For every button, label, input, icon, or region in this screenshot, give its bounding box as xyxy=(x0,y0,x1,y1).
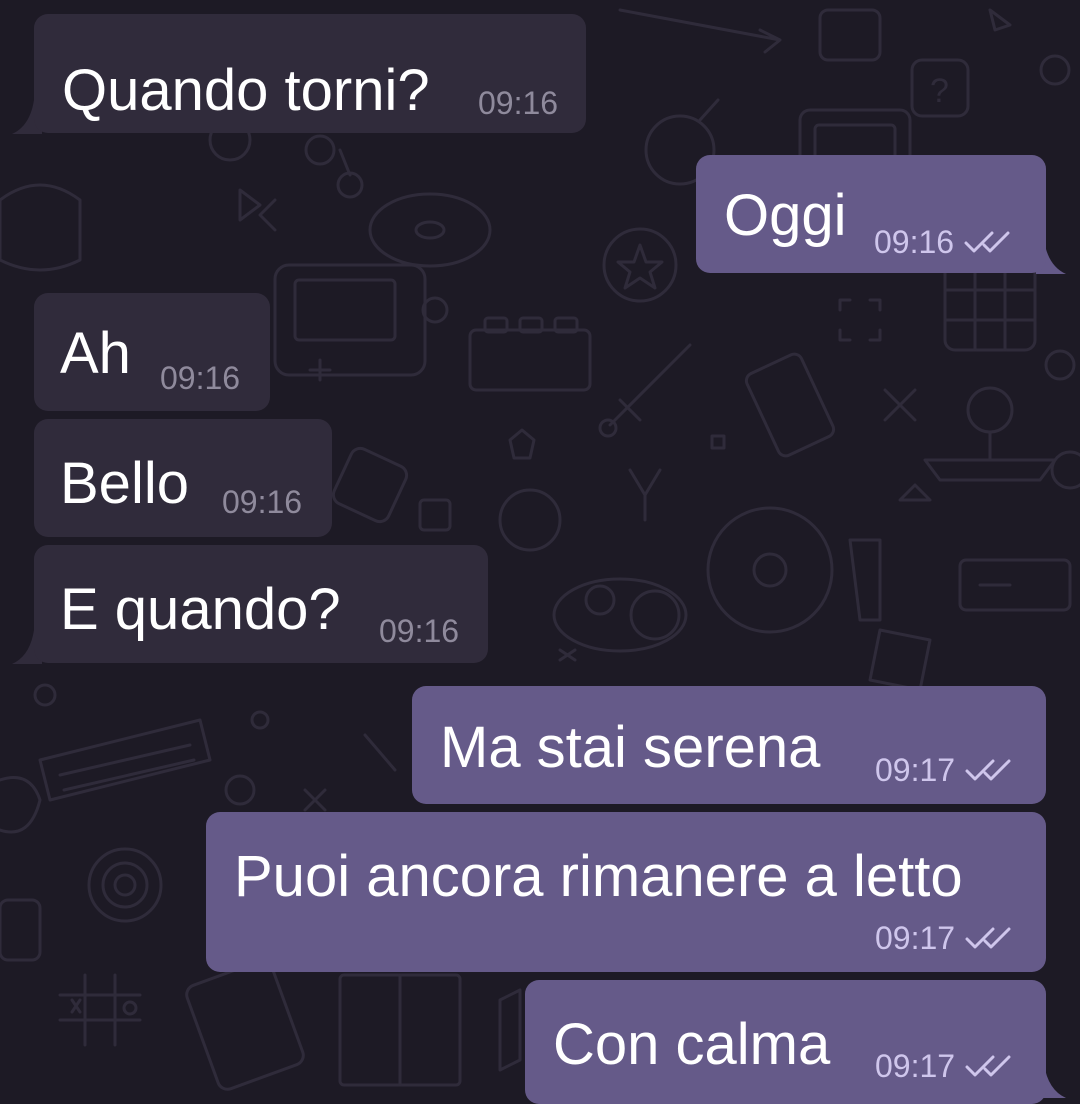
tetris-handheld-doodle-icon xyxy=(744,352,836,458)
message-meta: 09:16 xyxy=(379,615,459,647)
message-time: 09:17 xyxy=(875,752,956,788)
nes-console-doodle-icon xyxy=(958,558,1072,612)
message-bubble-incoming[interactable]: Ah 09:16 xyxy=(34,293,270,411)
message-text: Quando torni? xyxy=(62,58,430,123)
vr-headset-doodle-icon xyxy=(0,183,82,272)
double-check-icon xyxy=(965,927,1011,949)
house-doodle-icon xyxy=(868,628,932,692)
message-time: 09:16 xyxy=(478,85,559,121)
star-doodle-icon xyxy=(508,428,536,460)
message-time: 09:16 xyxy=(379,613,460,649)
message-meta: 09:17 xyxy=(875,922,1015,954)
gamepad-doodle-icon xyxy=(552,577,688,653)
target-doodle-icon xyxy=(87,847,163,923)
double-check-icon xyxy=(965,759,1011,781)
message-text: Ah xyxy=(60,321,131,386)
trophy-doodle-icon xyxy=(818,8,882,62)
double-check-icon xyxy=(965,1055,1011,1077)
message-text: E quando? xyxy=(60,577,341,642)
clover-doodle-icon xyxy=(883,388,917,422)
message-meta: 09:16 xyxy=(478,87,558,119)
message-meta: 09:16 xyxy=(222,486,302,518)
message-time: 09:17 xyxy=(875,920,956,956)
message-time: 09:16 xyxy=(874,224,955,260)
disc-doodle-icon xyxy=(368,192,492,268)
message-bubble-incoming[interactable]: Quando torni? 09:16 xyxy=(34,14,586,133)
pawn-doodle-icon xyxy=(1039,54,1071,86)
message-meta: 09:17 xyxy=(875,1050,1015,1082)
gear-shift-doodle-icon xyxy=(848,538,882,622)
svg-text:?: ? xyxy=(930,72,949,110)
arrow-doodle-icon xyxy=(618,8,782,54)
message-text: Oggi xyxy=(724,183,847,248)
message-meta: 09:17 xyxy=(875,754,1015,786)
message-bubble-outgoing[interactable]: Oggi 09:16 xyxy=(696,155,1046,273)
bowling-ball-doodle-icon xyxy=(498,488,562,552)
message-text: Bello xyxy=(60,451,189,516)
message-text: Con calma xyxy=(553,1012,831,1077)
message-text: Ma stai serena xyxy=(440,715,821,780)
message-text: Puoi ancora rimanere a letto xyxy=(234,844,963,909)
cherry-doodle-icon xyxy=(1044,349,1076,381)
message-time: 09:16 xyxy=(160,360,241,396)
message-bubble-incoming[interactable]: E quando? 09:16 xyxy=(34,545,488,663)
y-button-doodle-icon xyxy=(628,468,662,522)
star-medal-doodle-icon xyxy=(602,227,678,303)
double-check-icon xyxy=(964,231,1010,253)
dice-doodle-icon xyxy=(331,446,409,524)
steering-wheel-doodle-icon xyxy=(706,506,834,634)
arcade-joystick-doodle-icon xyxy=(966,386,1014,434)
controller-edge-doodle-icon xyxy=(0,776,42,834)
message-bubble-outgoing[interactable]: Con calma 09:17 xyxy=(525,980,1046,1104)
triangle-doodle-icon xyxy=(988,8,1012,32)
message-meta: 09:16 xyxy=(874,226,1014,258)
message-bubble-incoming[interactable]: Bello 09:16 xyxy=(34,419,332,537)
playing-card-doodle-icon xyxy=(185,959,305,1091)
message-bubble-outgoing[interactable]: Puoi ancora rimanere a letto 09:17 xyxy=(206,812,1046,972)
message-bubble-outgoing[interactable]: Ma stai serena 09:17 xyxy=(412,686,1046,804)
rubiks-cube-doodle-icon xyxy=(943,258,1037,352)
sword-doodle-icon xyxy=(608,343,692,427)
dart-doodle-icon xyxy=(363,733,397,772)
message-meta: 09:16 xyxy=(160,362,240,394)
message-time: 09:16 xyxy=(222,484,303,520)
lego-brick-doodle-icon xyxy=(468,328,592,392)
message-time: 09:17 xyxy=(875,1048,956,1084)
